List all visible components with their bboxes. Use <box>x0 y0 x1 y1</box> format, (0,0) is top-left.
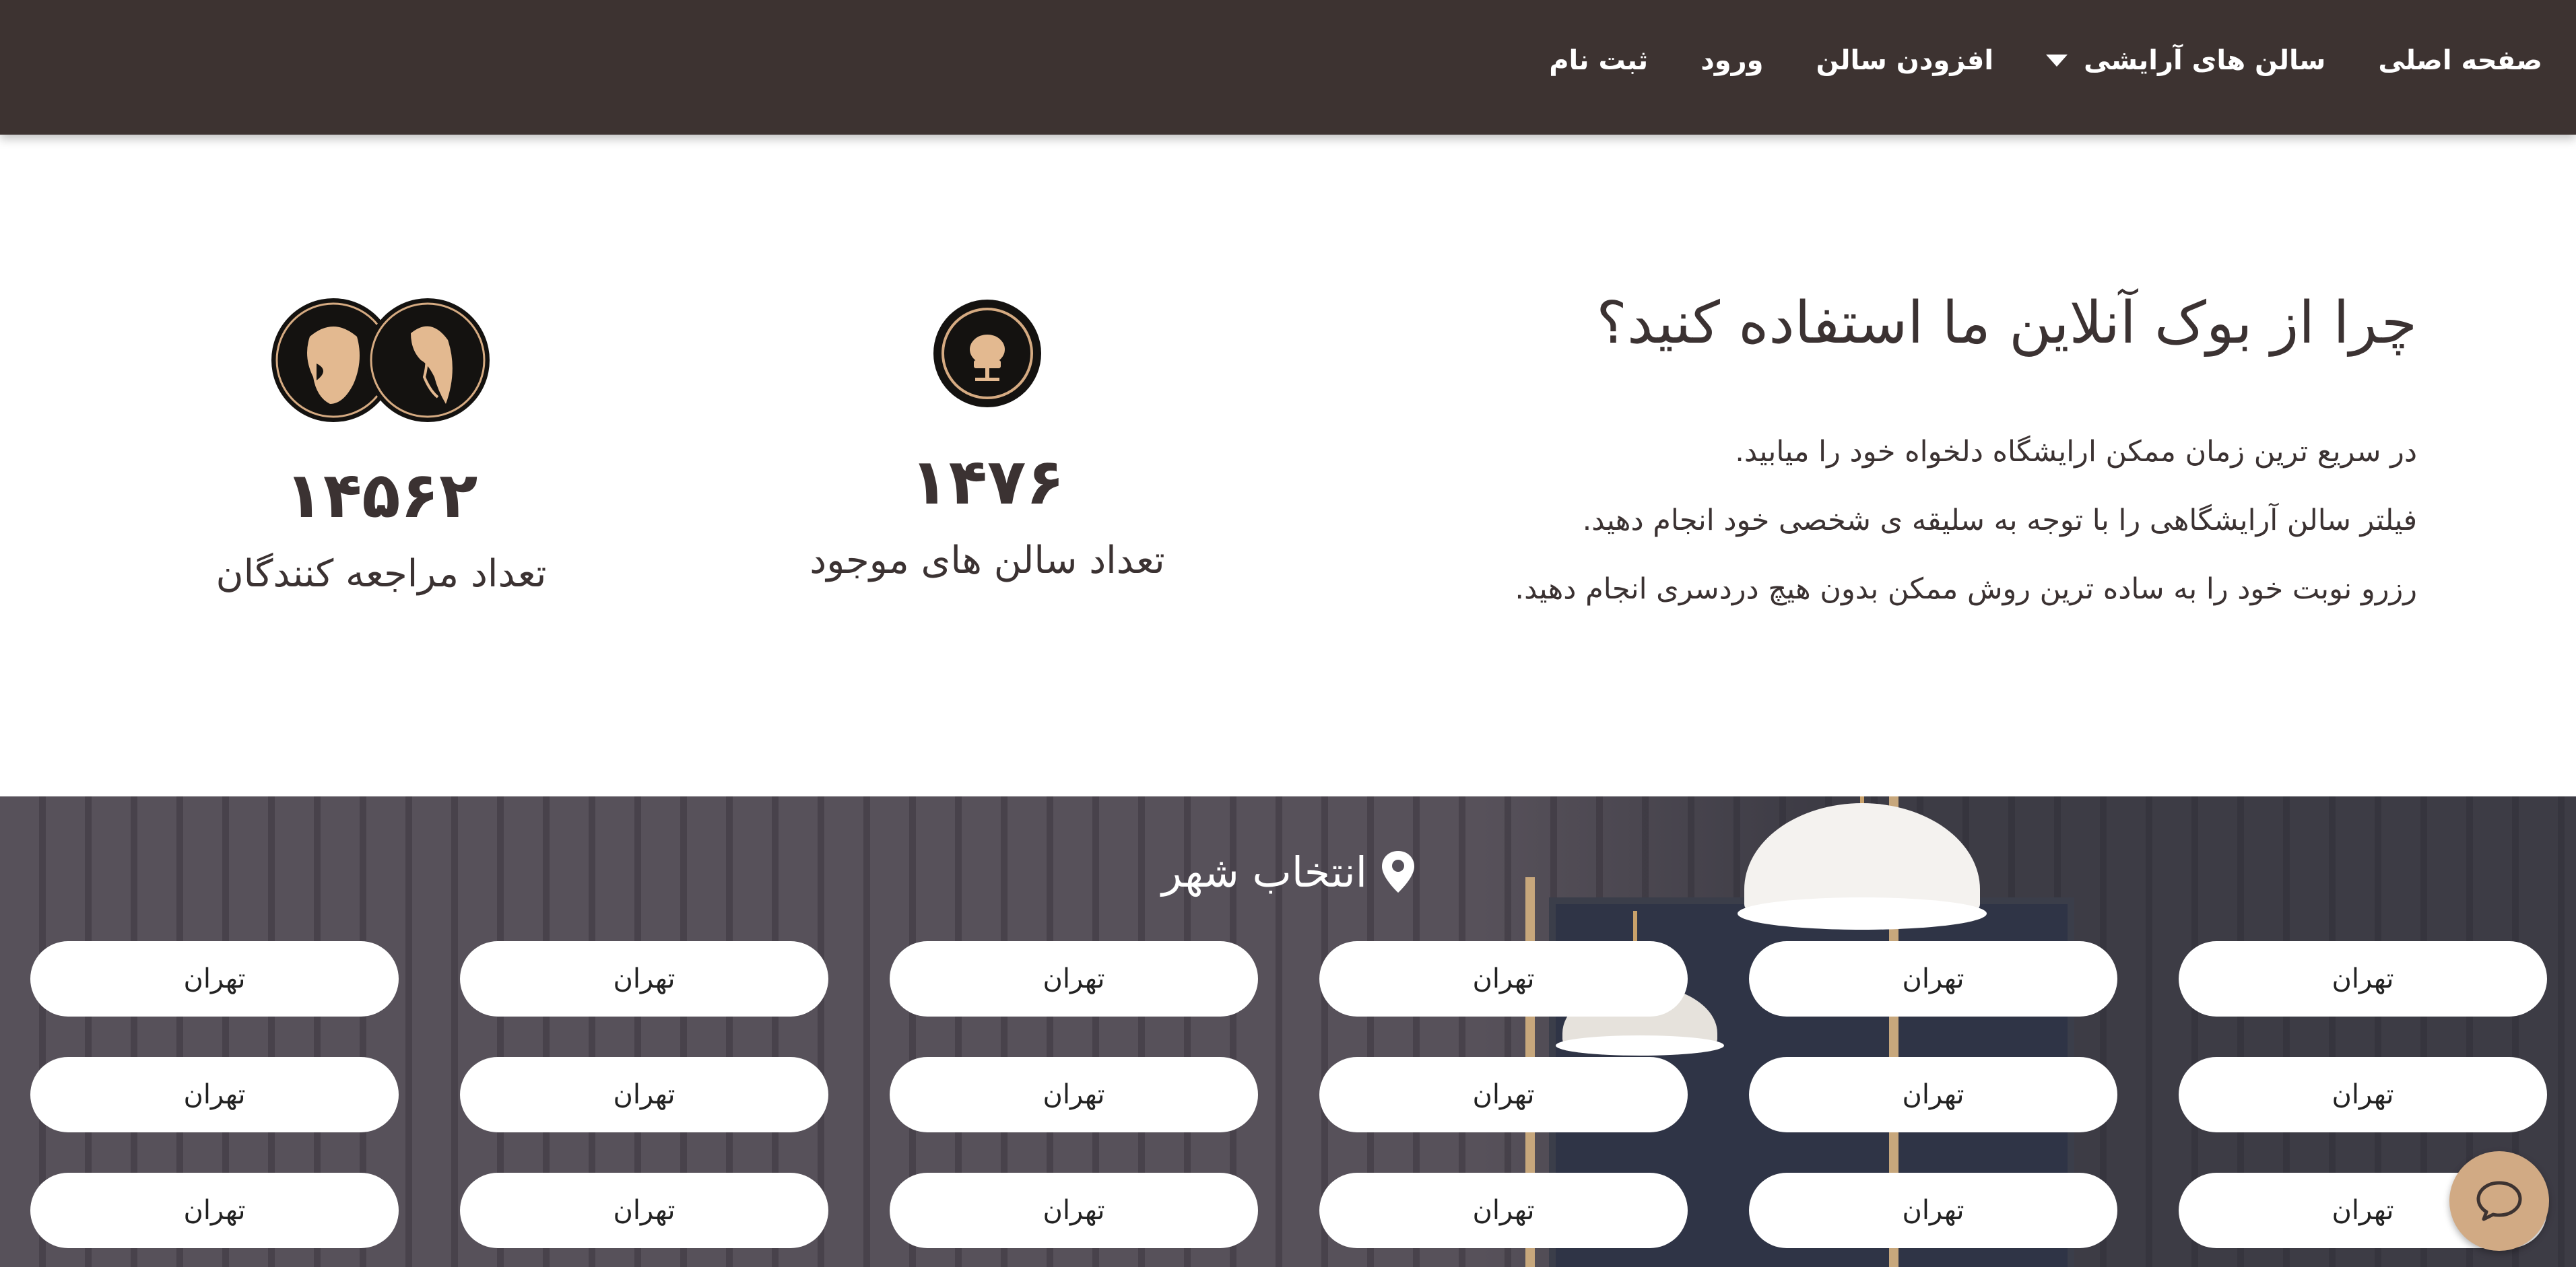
city-button[interactable]: تهران <box>460 1057 828 1132</box>
stat-salons-label: تعداد سالن های موجود <box>810 539 1165 582</box>
city-grid: تهران تهران تهران تهران تهران تهران تهرا… <box>30 941 2547 1248</box>
stat-visitors-number: ۱۴۵۶۲ <box>284 459 478 533</box>
stat-visitors-label: تعداد مراجعه کنندگان <box>216 552 547 596</box>
location-pin-icon <box>1381 851 1414 893</box>
city-button[interactable]: تهران <box>30 941 399 1017</box>
city-heading-label: انتخاب شهر <box>1162 847 1367 897</box>
city-button[interactable]: تهران <box>2179 941 2547 1017</box>
top-navbar: صفحه اصلی سالن های آرایشی افزودن سالن ور… <box>0 0 2576 135</box>
city-button[interactable]: تهران <box>1319 1057 1688 1132</box>
city-button[interactable]: تهران <box>1319 1173 1688 1248</box>
nav-home[interactable]: صفحه اصلی <box>2378 45 2542 76</box>
nav-register[interactable]: ثبت نام <box>1549 45 1648 76</box>
nav-register-label: ثبت نام <box>1549 45 1649 76</box>
city-button[interactable]: تهران <box>890 941 1258 1017</box>
caret-down-icon <box>2046 55 2068 67</box>
why-description: در سریع ترین زمان ممکن ارایشگاه دلخواه خ… <box>1340 417 2417 623</box>
why-title: چرا از بوک آنلاین ما استفاده کنید؟ <box>1596 289 2417 357</box>
why-line: در سریع ترین زمان ممکن ارایشگاه دلخواه خ… <box>1735 435 2417 469</box>
city-button[interactable]: تهران <box>460 1173 828 1248</box>
why-line: فیلتر سالن آرایشگاهی را با توجه به سلیقه… <box>1582 504 2417 537</box>
city-button[interactable]: تهران <box>30 1173 399 1248</box>
nav-salons-label: سالن های آرایشی <box>2084 45 2326 76</box>
nav-salons-dropdown[interactable]: سالن های آرایشی <box>2046 45 2325 76</box>
city-button[interactable]: تهران <box>460 941 828 1017</box>
why-line: رزرو نوبت خود را به ساده ترین روش ممکن ب… <box>1515 572 2417 606</box>
nav-add-salon[interactable]: افزودن سالن <box>1816 45 1993 76</box>
city-heading: انتخاب شهر <box>0 842 2576 902</box>
lamp-rim <box>1738 897 1987 930</box>
nav-links: صفحه اصلی سالن های آرایشی افزودن سالن ور… <box>1549 0 2542 121</box>
city-button[interactable]: تهران <box>890 1173 1258 1248</box>
city-button[interactable]: تهران <box>30 1057 399 1132</box>
city-button[interactable]: تهران <box>1749 1057 2117 1132</box>
city-button[interactable]: تهران <box>1319 941 1688 1017</box>
stat-salons: ۱۴۷۶ تعداد سالن های موجود <box>788 446 1187 583</box>
chat-button[interactable] <box>2449 1151 2549 1251</box>
man-woman-faces-icon <box>269 296 492 424</box>
city-button[interactable]: تهران <box>2179 1057 2547 1132</box>
city-button[interactable]: تهران <box>890 1057 1258 1132</box>
nav-add-salon-label: افزودن سالن <box>1816 45 1994 76</box>
city-button[interactable]: تهران <box>1749 1173 2117 1248</box>
nav-home-label: صفحه اصلی <box>2378 45 2542 76</box>
stat-salons-number: ۱۴۷۶ <box>910 446 1065 519</box>
stat-visitors: ۱۴۵۶۲ تعداد مراجعه کنندگان <box>182 465 581 596</box>
salon-chair-icon <box>932 298 1043 409</box>
nav-login[interactable]: ورود <box>1700 45 1763 76</box>
chat-bubble-icon <box>2476 1181 2522 1221</box>
nav-login-label: ورود <box>1700 45 1764 76</box>
city-button[interactable]: تهران <box>1749 941 2117 1017</box>
